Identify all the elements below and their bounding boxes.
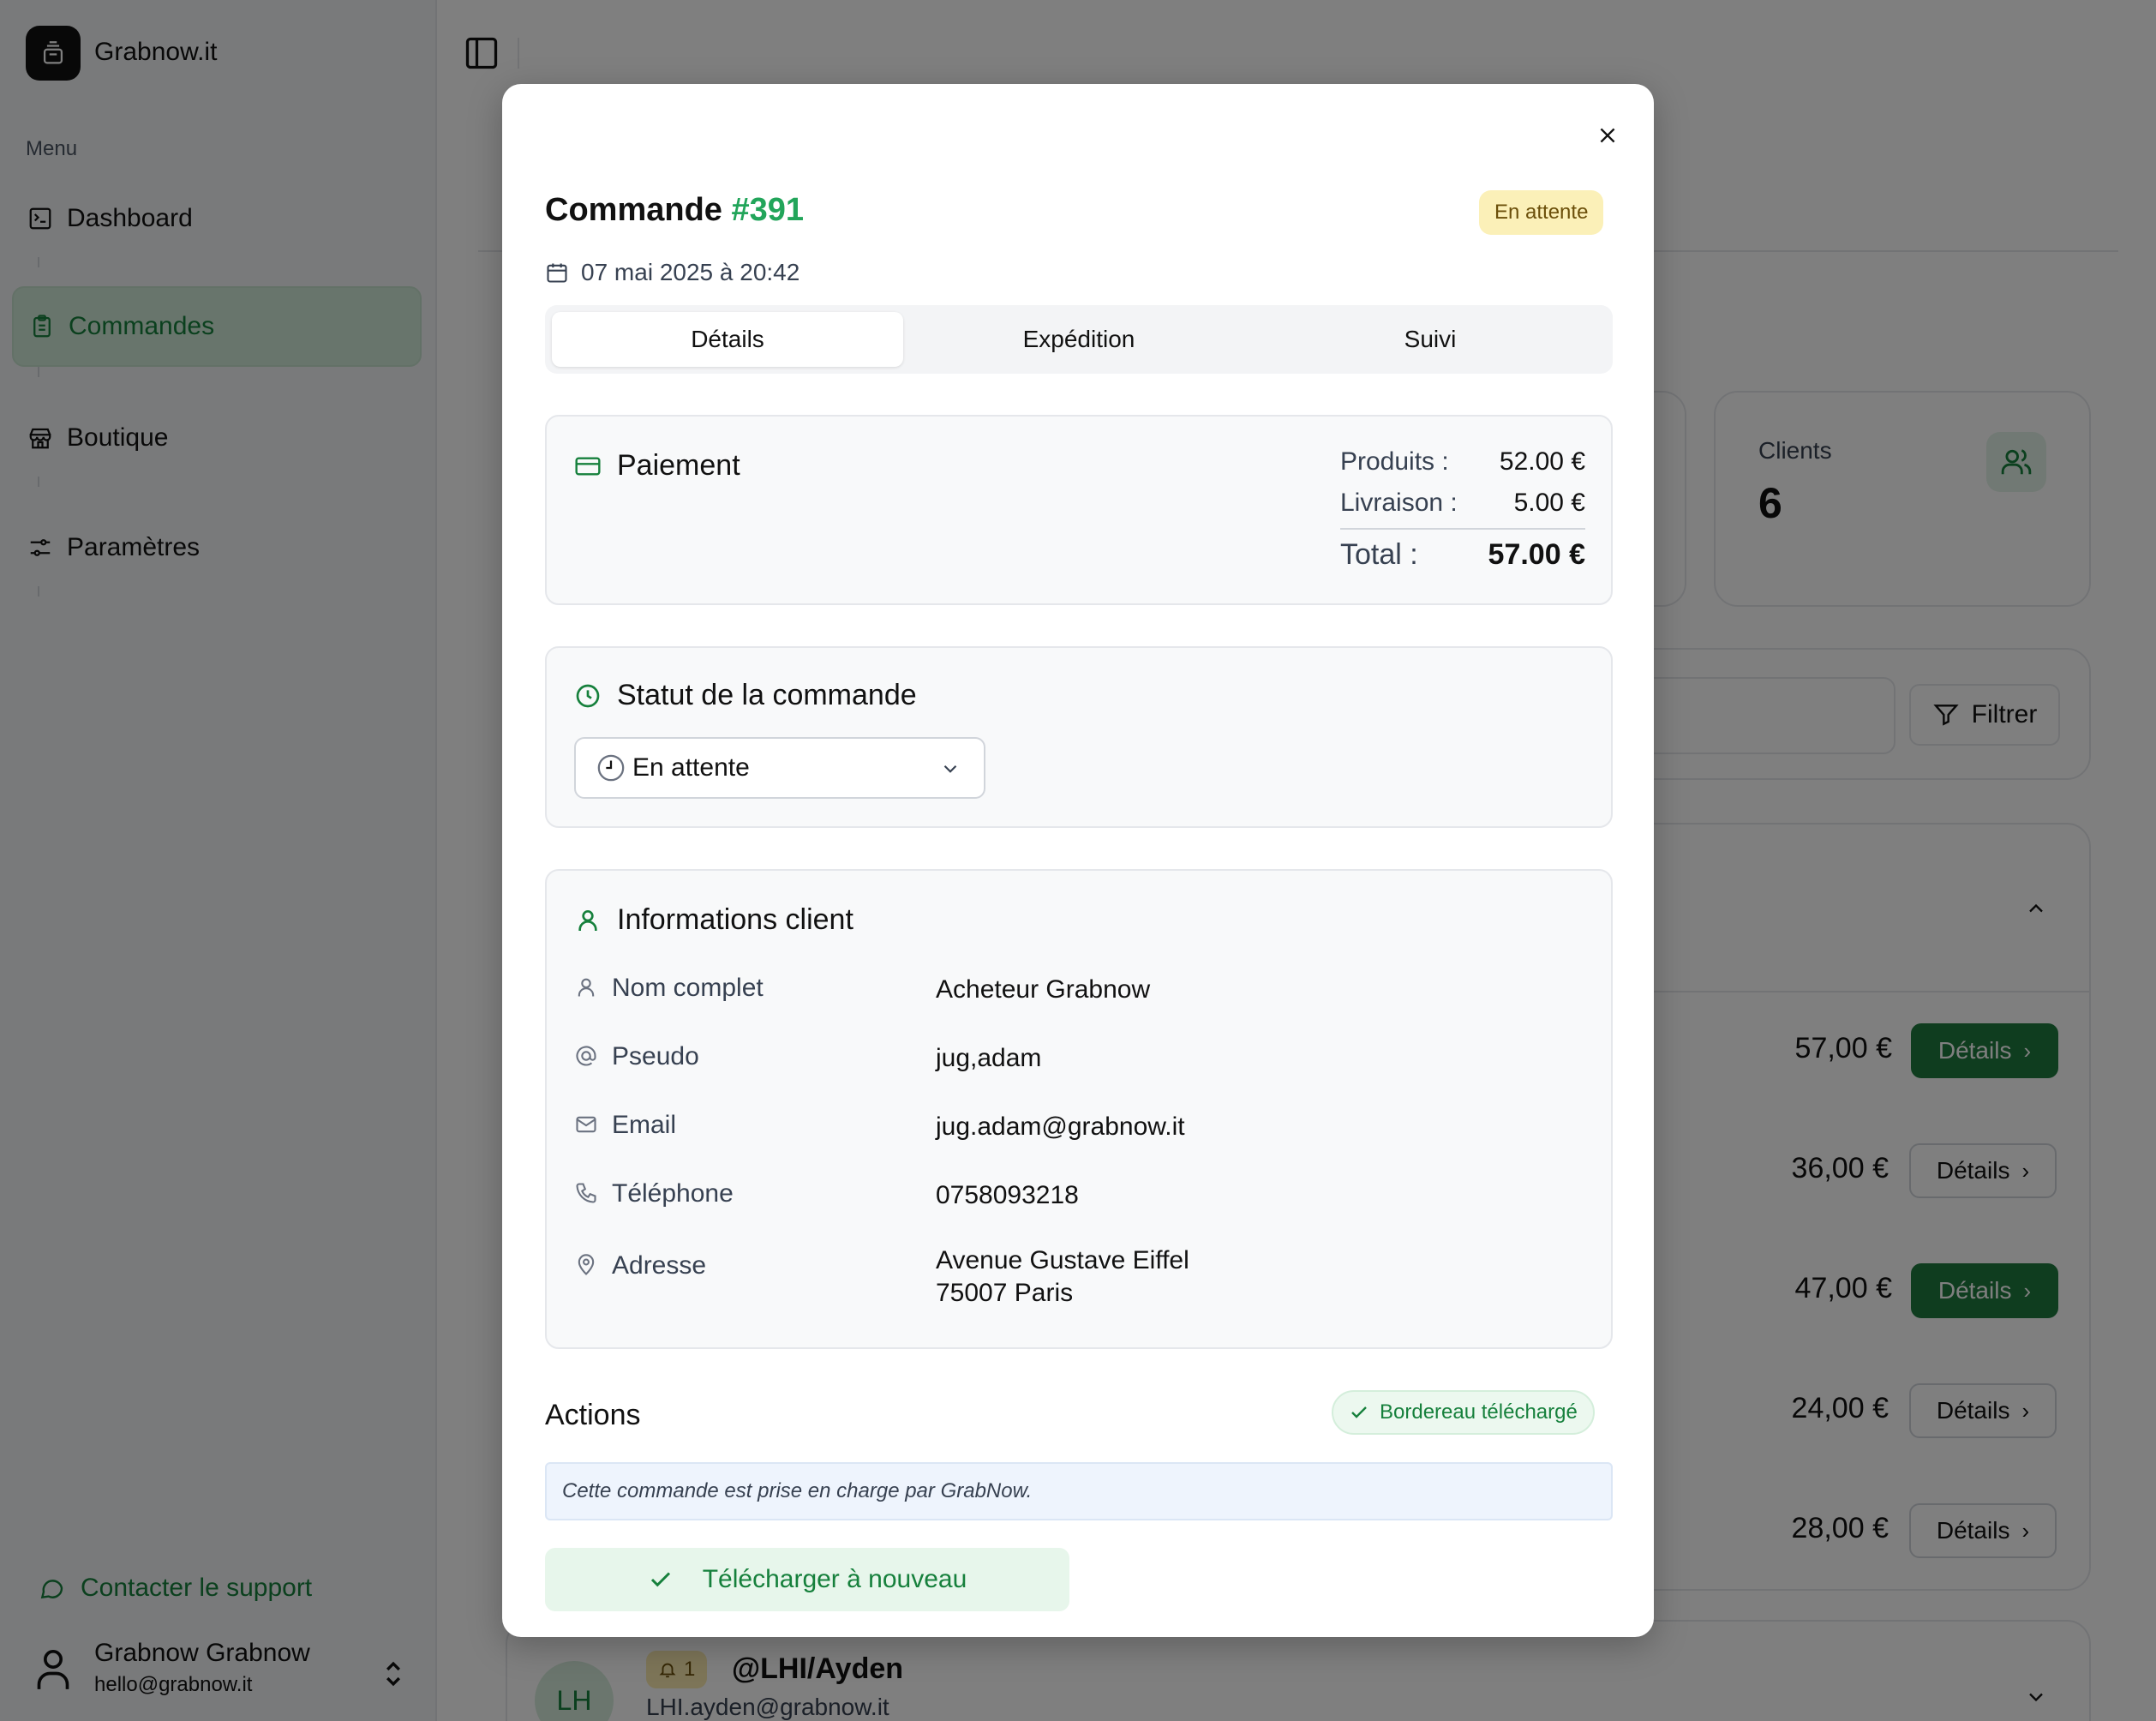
row-value: Acheteur Grabnow	[936, 975, 1151, 1004]
address-line-1: Avenue Gustave Eiffel	[936, 1246, 1189, 1274]
order-date-text: 07 mai 2025 à 20:42	[581, 259, 800, 285]
credit-card-icon	[575, 456, 601, 476]
client-info-panel: Informations client Nom complet Acheteur…	[545, 869, 1613, 1349]
address-value: Avenue Gustave Eiffel 75007 Paris	[936, 1244, 1189, 1310]
total-divider	[1340, 528, 1585, 530]
shipping-row: Livraison : 5.00 €	[1340, 489, 1585, 518]
status-select-value: En attente	[632, 753, 750, 782]
payment-heading: Paiement	[574, 449, 740, 483]
download-label: Télécharger à nouveau	[702, 1565, 967, 1593]
order-status-panel: Statut de la commande En attente	[545, 646, 1613, 828]
address-line-2: 75007 Paris	[936, 1279, 1074, 1307]
status-title: Statut de la commande	[617, 679, 917, 711]
tab-details[interactable]: Détails	[552, 312, 903, 367]
shipping-label: Livraison :	[1340, 489, 1458, 517]
at-sign-icon	[576, 1046, 596, 1066]
payment-title: Paiement	[617, 449, 740, 482]
actions-title: Actions	[545, 1399, 641, 1431]
map-pin-icon	[578, 1254, 595, 1275]
clock-emoji-icon	[597, 754, 625, 782]
status-badge: En attente	[1479, 190, 1604, 235]
modal-tabs: Détails Expédition Suivi	[545, 305, 1613, 374]
tab-suivi[interactable]: Suivi	[1255, 312, 1606, 367]
mail-icon	[576, 1116, 596, 1133]
row-label: Téléphone	[612, 1179, 734, 1208]
row-label: Pseudo	[612, 1042, 699, 1070]
title-prefix: Commande	[545, 192, 722, 228]
row-label: Nom complet	[612, 974, 764, 1002]
check-icon	[1351, 1406, 1367, 1418]
user-icon	[578, 978, 595, 997]
total-row: Total : 57.00 €	[1340, 538, 1585, 572]
check-icon	[650, 1572, 670, 1587]
calendar-icon	[547, 263, 567, 283]
client-title: Informations client	[617, 903, 853, 936]
chevron-down-icon	[943, 765, 957, 773]
label-downloaded-badge: Bordereau téléchargé	[1332, 1390, 1595, 1435]
client-heading: Informations client	[574, 903, 853, 937]
products-row: Produits : 52.00 €	[1340, 447, 1585, 477]
shipping-value: 5.00 €	[1513, 489, 1585, 517]
modal-title: Commande #391	[545, 192, 804, 229]
row-value: jug,adam	[936, 1044, 1042, 1072]
download-again-button[interactable]: Télécharger à nouveau	[545, 1548, 1069, 1611]
tab-expedition[interactable]: Expédition	[903, 312, 1255, 367]
close-button[interactable]	[1587, 115, 1628, 156]
row-label: Adresse	[612, 1251, 707, 1280]
total-value: 57.00 €	[1488, 538, 1585, 571]
order-date: 07 mai 2025 à 20:42	[545, 259, 800, 286]
order-number: #391	[731, 192, 805, 228]
payment-panel: Paiement Produits : 52.00 € Livraison : …	[545, 415, 1613, 605]
products-value: 52.00 €	[1499, 447, 1585, 476]
status-select[interactable]: En attente	[574, 737, 985, 799]
phone-icon	[576, 1183, 596, 1203]
row-label: Email	[612, 1111, 677, 1139]
handled-note: Cette commande est prise en charge par G…	[545, 1462, 1613, 1520]
row-value: jug.adam@grabnow.it	[936, 1112, 1185, 1141]
close-icon	[1600, 128, 1615, 143]
user-icon	[578, 909, 597, 931]
clock-icon	[576, 684, 600, 707]
row-value: 0758093218	[936, 1181, 1079, 1209]
total-label: Total :	[1340, 538, 1418, 571]
products-label: Produits :	[1340, 447, 1449, 476]
status-heading: Statut de la commande	[574, 679, 917, 712]
badge-text: Bordereau téléchargé	[1380, 1400, 1578, 1424]
order-details-modal: Commande #391 En attente 07 mai 2025 à 2…	[502, 84, 1654, 1637]
